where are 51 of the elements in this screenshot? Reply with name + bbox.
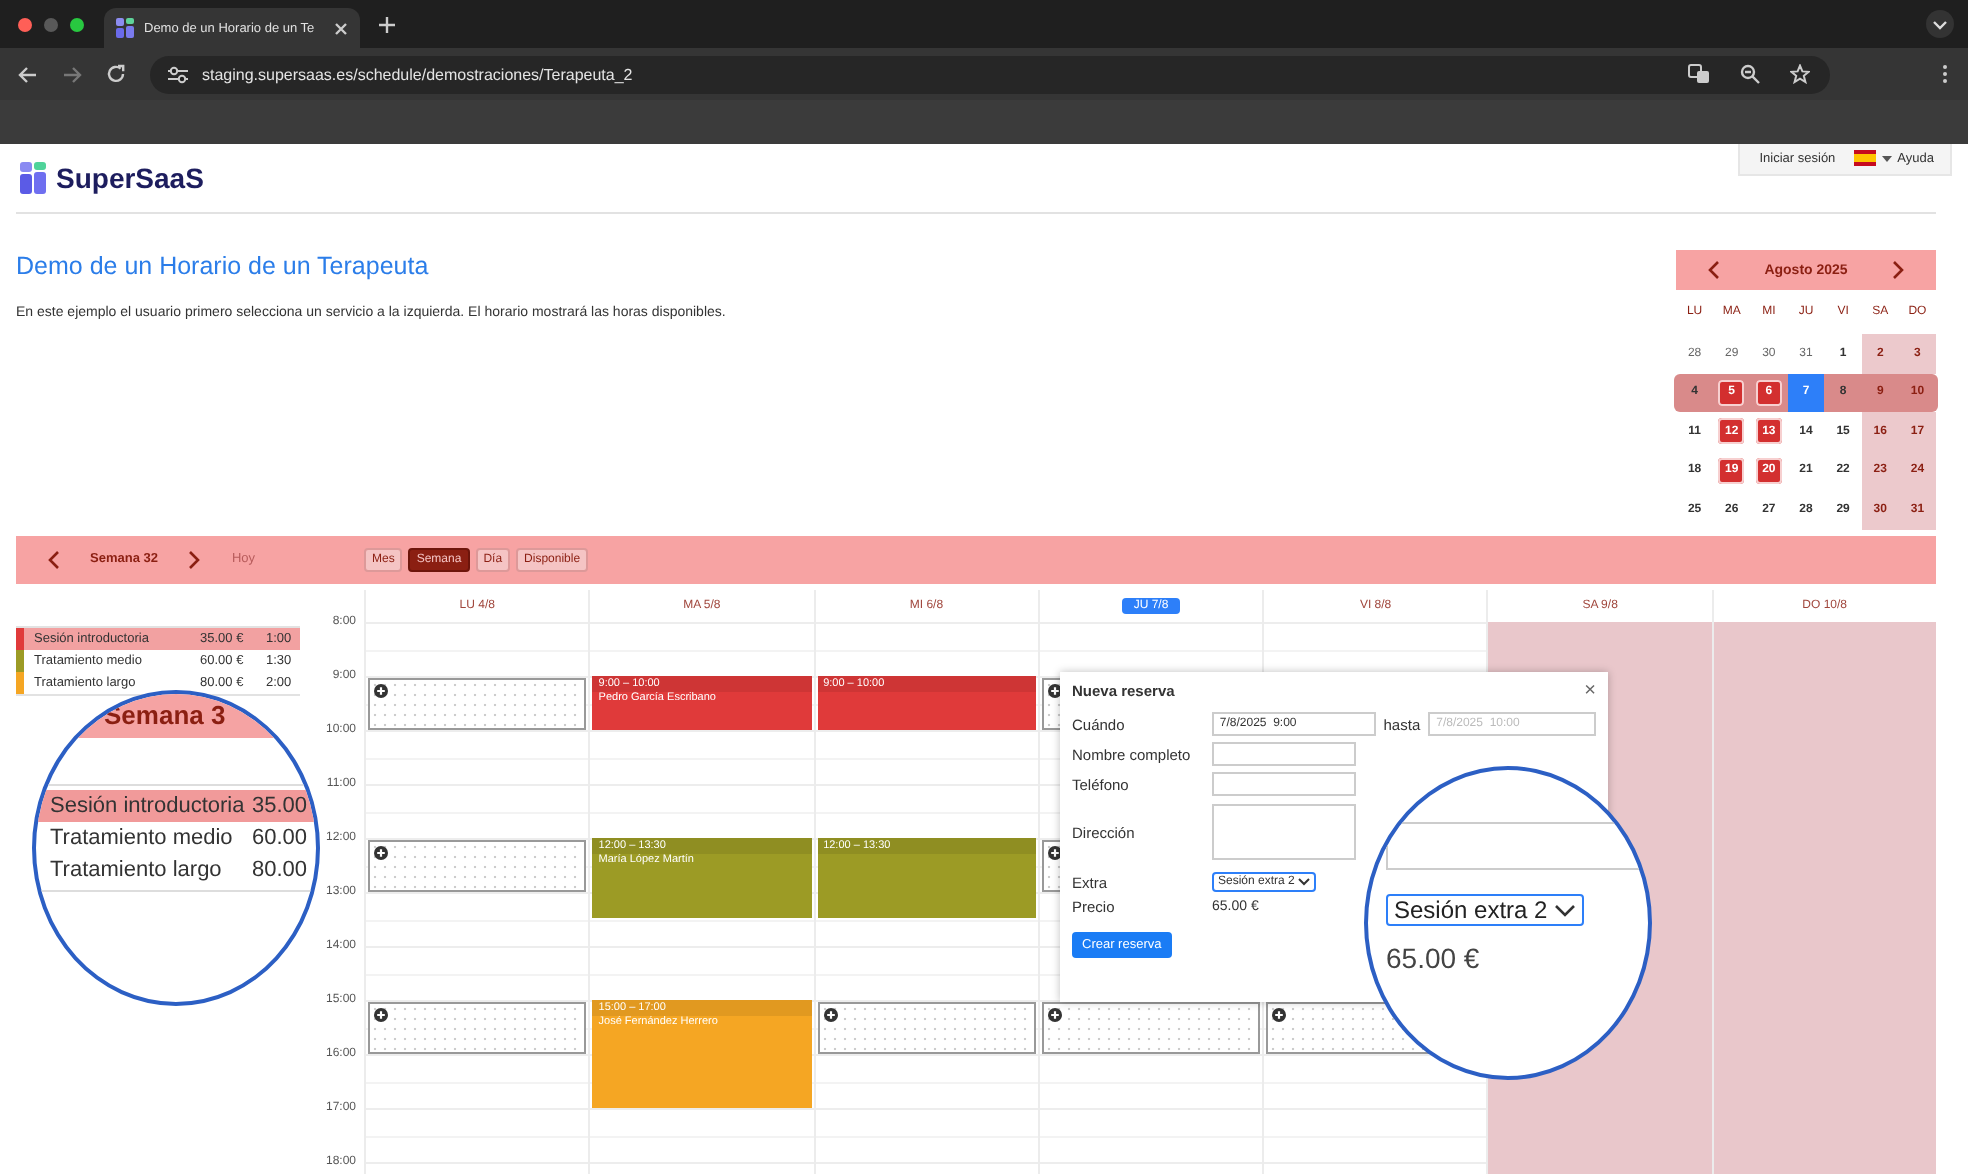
add-icon[interactable] xyxy=(1272,1007,1287,1021)
service-name: Tratamiento medio xyxy=(50,826,235,850)
close-tab-icon[interactable] xyxy=(334,21,348,35)
previous-week-button[interactable] xyxy=(48,549,60,569)
service-row[interactable]: Tratamiento largo 80.00 xyxy=(36,854,316,886)
back-arrow-icon[interactable] xyxy=(18,65,38,83)
chevron-down-icon xyxy=(1932,19,1948,29)
add-icon[interactable] xyxy=(1047,683,1062,697)
maximize-window-button[interactable] xyxy=(70,17,84,31)
page-title: Demo de un Horario de un Terapeuta xyxy=(16,252,431,280)
flag-icon[interactable] xyxy=(1853,150,1876,166)
add-icon[interactable] xyxy=(374,1007,388,1021)
translate-icon[interactable] xyxy=(1688,64,1710,84)
input-field[interactable] xyxy=(1212,772,1356,796)
service-price: 35.00 xyxy=(252,794,308,818)
close-button[interactable]: × xyxy=(1584,683,1596,699)
reload-icon[interactable] xyxy=(106,64,126,84)
logo-icon[interactable] xyxy=(20,162,48,194)
service-price: 60.00 xyxy=(252,826,308,850)
favicon-icon xyxy=(116,18,134,38)
zoom-icon[interactable] xyxy=(1740,64,1760,84)
previous-month-button[interactable] xyxy=(1708,260,1720,280)
bookmark-star-icon[interactable] xyxy=(1790,64,1810,84)
menu-icon[interactable] xyxy=(1942,64,1948,84)
add-icon[interactable] xyxy=(374,683,388,697)
next-week-button[interactable] xyxy=(187,549,200,569)
tab-search-button[interactable] xyxy=(1926,10,1954,38)
add-icon[interactable] xyxy=(374,845,388,859)
service-price: 80.00 xyxy=(252,858,308,882)
caret-icon[interactable] xyxy=(1881,155,1892,161)
add-icon[interactable] xyxy=(1047,845,1062,859)
address-bar[interactable]: staging.supersaas.es/schedule/demostraciones/Terapeuta_2 xyxy=(150,55,1830,93)
site-settings-icon[interactable] xyxy=(168,65,188,83)
close-window-button[interactable] xyxy=(18,17,32,31)
price-value: 65.00 € xyxy=(1386,942,1480,974)
new-tab-icon[interactable] xyxy=(378,15,396,33)
next-month-button[interactable] xyxy=(1892,260,1904,280)
service-row[interactable]: Tratamiento medio 60.00 xyxy=(36,822,316,854)
input-field[interactable] xyxy=(1212,742,1356,766)
chevron-down-icon xyxy=(1298,878,1311,886)
add-icon[interactable] xyxy=(1047,1007,1062,1021)
add-icon[interactable] xyxy=(823,1007,838,1021)
extra-dropdown[interactable]: Sesión extra 2 xyxy=(1386,894,1584,926)
service-name: Sesión introductoria xyxy=(50,794,247,818)
logo-text[interactable]: SuperSaaS xyxy=(56,162,204,194)
available-slot[interactable] xyxy=(1041,1001,1261,1053)
forward-arrow-icon[interactable] xyxy=(62,65,82,83)
address-field[interactable] xyxy=(1212,804,1356,860)
service-row[interactable]: Sesión introductoria 35.00 xyxy=(36,790,316,822)
service-name: Tratamiento largo xyxy=(50,858,224,882)
chevron-down-icon xyxy=(1553,903,1576,917)
